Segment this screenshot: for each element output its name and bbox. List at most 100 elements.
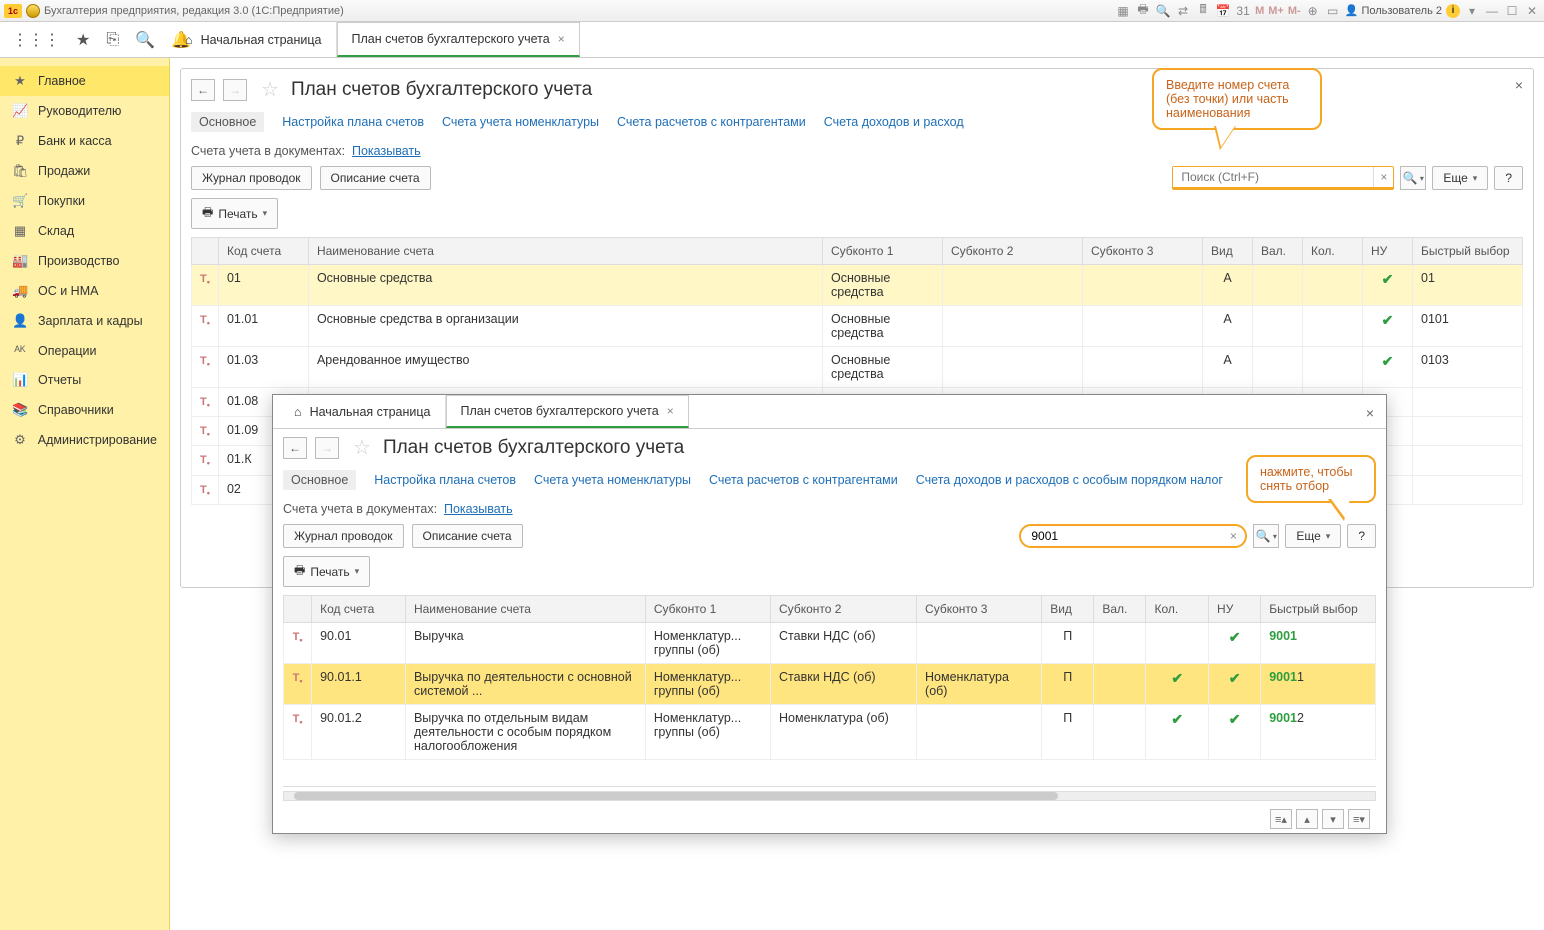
w2-subtab-contr[interactable]: Счета расчетов с контрагентами: [709, 473, 898, 487]
w2-journal-button[interactable]: Журнал проводок: [283, 524, 404, 548]
w2-help-button[interactable]: ?: [1347, 524, 1376, 548]
tab-home[interactable]: ⌂ Начальная страница: [170, 22, 337, 57]
help-icon[interactable]: i: [1446, 4, 1460, 18]
print-icon[interactable]: 🖶: [1135, 3, 1151, 19]
minimize-icon[interactable]: —: [1484, 3, 1500, 19]
sidebar-item-6[interactable]: 🏭Производство: [0, 246, 169, 276]
w2-col-nu[interactable]: НУ: [1209, 596, 1261, 623]
sidebar-item-10[interactable]: 📊Отчеты: [0, 365, 169, 395]
calc-icon[interactable]: 🖩: [1195, 3, 1211, 19]
w2-star-icon[interactable]: ☆: [353, 435, 371, 460]
subtab-main[interactable]: Основное: [191, 112, 264, 132]
table-row[interactable]: T•90.01.2Выручка по отдельным видам деят…: [284, 705, 1376, 760]
search-clear-icon[interactable]: ×: [1373, 167, 1393, 187]
col-s1[interactable]: Субконто 1: [823, 238, 943, 265]
sidebar-item-1[interactable]: 📈Руководителю: [0, 96, 169, 126]
w2-col-name[interactable]: Наименование счета: [405, 596, 645, 623]
date-icon[interactable]: 31: [1235, 3, 1251, 19]
w2-tab-close-icon[interactable]: ×: [667, 404, 674, 418]
w2-doc-show-link[interactable]: Показывать: [444, 502, 513, 516]
w2-col-s2[interactable]: Субконто 2: [771, 596, 917, 623]
w2-subtab-setup[interactable]: Настройка плана счетов: [374, 473, 516, 487]
table-row[interactable]: T•01Основные средстваОсновные средстваА✔…: [192, 265, 1523, 306]
tab-chart-of-accounts[interactable]: План счетов бухгалтерского учета ×: [337, 22, 580, 57]
search-icon[interactable]: 🔍: [135, 30, 155, 50]
nav-forward-button[interactable]: →: [223, 79, 247, 101]
panel-icon[interactable]: ▭: [1325, 3, 1341, 19]
print-button[interactable]: 🖶 Печать▾: [191, 198, 278, 229]
star-icon[interactable]: ☆: [261, 77, 279, 102]
close-window-icon[interactable]: ✕: [1524, 3, 1540, 19]
w2-col-kol[interactable]: Кол.: [1146, 596, 1209, 623]
w2-tab-home[interactable]: ⌂ Начальная страница: [279, 395, 446, 428]
sidebar-item-8[interactable]: 👤Зарплата и кадры: [0, 306, 169, 336]
more-button[interactable]: Еще▾: [1432, 166, 1488, 190]
col-qb[interactable]: Быстрый выбор: [1413, 238, 1523, 265]
table-row[interactable]: T•90.01.1Выручка по деятельности с основ…: [284, 664, 1376, 705]
table-row[interactable]: T•01.01Основные средства в организацииОс…: [192, 306, 1523, 347]
sidebar-item-9[interactable]: ᴬᴷОперации: [0, 336, 169, 365]
calendar-icon[interactable]: 📅: [1215, 3, 1231, 19]
col-name[interactable]: Наименование счета: [308, 238, 822, 265]
w2-nav-back-button[interactable]: ←: [283, 437, 307, 459]
maximize-icon[interactable]: ☐: [1504, 3, 1520, 19]
w2-col-s1[interactable]: Субконто 1: [645, 596, 770, 623]
dropdown-circle[interactable]: [26, 4, 40, 18]
save-icon[interactable]: ▦: [1115, 3, 1131, 19]
col-nu[interactable]: НУ: [1363, 238, 1413, 265]
page-close-icon[interactable]: ×: [1515, 77, 1523, 93]
subtab-setup[interactable]: Настройка плана счетов: [282, 115, 424, 129]
preview-icon[interactable]: 🔍: [1155, 3, 1171, 19]
w2-col-vid[interactable]: Вид: [1042, 596, 1094, 623]
col-kol[interactable]: Кол.: [1303, 238, 1363, 265]
w2-search-button[interactable]: 🔍▾: [1253, 524, 1279, 548]
tab-close-icon[interactable]: ×: [558, 32, 565, 46]
w2-col-qb[interactable]: Быстрый выбор: [1261, 596, 1376, 623]
clipboard-icon[interactable]: ⎘: [106, 31, 119, 49]
sidebar-item-3[interactable]: 🛍Продажи: [0, 156, 169, 186]
list-bottom-icon[interactable]: ≡▾: [1348, 809, 1370, 829]
col-vid[interactable]: Вид: [1203, 238, 1253, 265]
mem-mplus[interactable]: M+: [1268, 5, 1284, 17]
zoom-icon[interactable]: ⊕: [1305, 3, 1321, 19]
w2-nav-forward-button[interactable]: →: [315, 437, 339, 459]
sidebar-item-7[interactable]: 🚚ОС и НМА: [0, 276, 169, 306]
w2-col-val[interactable]: Вал.: [1094, 596, 1146, 623]
w2-subtab-income[interactable]: Счета доходов и расходов с особым порядк…: [916, 473, 1223, 487]
sidebar-item-4[interactable]: 🛒Покупки: [0, 186, 169, 216]
journal-button[interactable]: Журнал проводок: [191, 166, 312, 190]
sidebar-item-5[interactable]: ▦Склад: [0, 216, 169, 246]
sidebar-item-2[interactable]: ₽Банк и касса: [0, 126, 169, 156]
list-down-icon[interactable]: ▾: [1322, 809, 1344, 829]
sidebar-item-0[interactable]: ★Главное: [0, 66, 169, 96]
w2-print-button[interactable]: 🖶 Печать▾: [283, 556, 370, 587]
favorite-icon[interactable]: ★: [76, 30, 90, 50]
subtab-nomaccts[interactable]: Счета учета номенклатуры: [442, 115, 599, 129]
w2-col-code[interactable]: Код счета: [312, 596, 406, 623]
mem-mminus[interactable]: M-: [1288, 5, 1301, 17]
mem-m[interactable]: M: [1255, 5, 1264, 17]
col-s3[interactable]: Субконто 3: [1083, 238, 1203, 265]
col-code[interactable]: Код счета: [218, 238, 308, 265]
subtab-income[interactable]: Счета доходов и расход: [824, 115, 964, 129]
w2-col-s3[interactable]: Субконто 3: [917, 596, 1042, 623]
doc-show-link[interactable]: Показывать: [352, 144, 421, 158]
subtab-contr[interactable]: Счета расчетов с контрагентами: [617, 115, 806, 129]
acct-description-button[interactable]: Описание счета: [320, 166, 431, 190]
apps-icon[interactable]: ⋮⋮⋮: [12, 30, 60, 50]
col-val[interactable]: Вал.: [1253, 238, 1303, 265]
search-button[interactable]: 🔍▾: [1400, 166, 1426, 190]
w2-subtab-main[interactable]: Основное: [283, 470, 356, 490]
help-button[interactable]: ?: [1494, 166, 1523, 190]
w2-acct-description-button[interactable]: Описание счета: [412, 524, 523, 548]
horizontal-scrollbar[interactable]: [283, 791, 1376, 801]
help-dd-icon[interactable]: ▾: [1464, 3, 1480, 19]
list-up-icon[interactable]: ▴: [1296, 809, 1318, 829]
compare-icon[interactable]: ⇄: [1175, 3, 1191, 19]
table-row[interactable]: T•90.01ВыручкаНоменклатур... группы (об)…: [284, 623, 1376, 664]
col-s2[interactable]: Субконто 2: [943, 238, 1083, 265]
sidebar-item-12[interactable]: ⚙Администрирование: [0, 425, 169, 455]
list-top-icon[interactable]: ≡▴: [1270, 809, 1292, 829]
sidebar-item-11[interactable]: 📚Справочники: [0, 395, 169, 425]
w2-more-button[interactable]: Еще▾: [1285, 524, 1341, 548]
